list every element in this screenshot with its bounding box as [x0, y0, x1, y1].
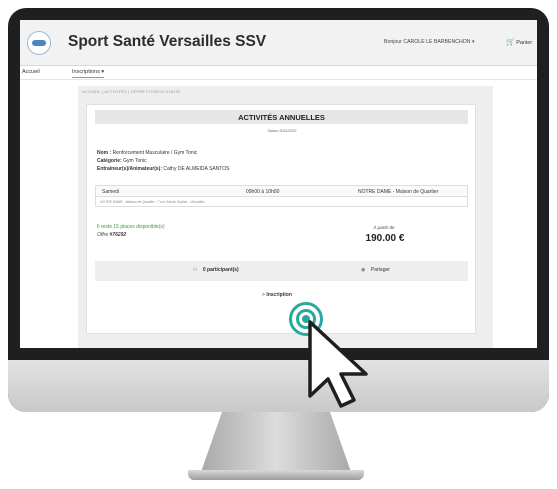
activity-card: ACTIVITÉS ANNUELLES Saison 2021/2022 Nom… — [86, 104, 476, 334]
chevron-right-icon: > — [262, 292, 265, 298]
card-title: ACTIVITÉS ANNUELLES — [238, 113, 325, 122]
offer-reference: Offre #76292 — [97, 232, 126, 238]
action-bar: ⚇ 0 participant(s) ◉ Partager — [95, 261, 468, 281]
categorie-label: Catégorie: — [97, 158, 122, 164]
user-greeting: Bonjour CAROLE LE BARBENCHON — [384, 39, 471, 45]
mouse-pointer-icon — [308, 320, 368, 408]
breadcrumb[interactable]: ACCUEIL | ACTIVITÉS | OFFRE FITNESS #762… — [82, 89, 181, 94]
chevron-down-icon: ▾ — [471, 39, 475, 45]
site-title[interactable]: Sport Santé Versailles SSV — [68, 33, 266, 51]
nav-inscriptions-label: Inscriptions — [72, 69, 100, 75]
nom-value: Renforcement Musculaire / Gym Tonic — [112, 150, 198, 156]
schedule-location: NOTRE DAME - Maison de Quartier — [358, 189, 439, 195]
participants-count: 0 participant(s) — [202, 267, 239, 273]
chevron-down-icon: ▾ — [101, 69, 105, 75]
inscription-button[interactable]: > Inscription — [262, 292, 292, 298]
users-icon: ⚇ — [193, 267, 198, 273]
inscription-label: Inscription — [266, 292, 292, 298]
site-logo[interactable] — [27, 31, 51, 55]
participants-button[interactable]: ⚇ 0 participant(s) — [193, 267, 239, 273]
entraineur-value: Cathy DE ALMEIDA SANTOS — [163, 166, 230, 172]
cart-label: Panier — [516, 40, 533, 46]
cart-button[interactable]: 🛒 Panier — [506, 38, 532, 46]
price-from-label: À partir de — [373, 225, 395, 230]
cart-icon: 🛒 — [506, 39, 515, 46]
activity-category: Catégorie: Gym Tonic — [97, 158, 147, 164]
schedule-time: 09h00 à 10h00 — [246, 189, 280, 195]
share-label: Partager — [370, 267, 390, 273]
schedule-day: Samedi — [102, 189, 119, 195]
site-header: Sport Santé Versailles SSV Bonjour CAROL… — [20, 20, 537, 66]
entraineur-label: Entraineur(s)/Animateur(s): — [97, 166, 163, 172]
activity-name: Nom : Renforcement Musculaire / Gym Toni… — [97, 150, 197, 156]
monitor-frame: Sport Santé Versailles SSV Bonjour CAROL… — [8, 8, 549, 412]
address-text: NOTRE DAME - Maison de Quartier - 7 rue … — [100, 200, 205, 204]
share-button[interactable]: ◉ Partager — [361, 267, 390, 273]
season-label: Saison 2021/2022 — [267, 129, 297, 133]
monitor-chin — [8, 360, 549, 412]
schedule-row: Samedi 09h00 à 10h00 NOTRE DAME - Maison… — [95, 185, 468, 197]
eye-icon: ◉ — [361, 267, 366, 273]
places-available: Il reste 15 places disponible(s) — [97, 224, 165, 230]
nav-inscriptions[interactable]: Inscriptions ▾ — [72, 69, 105, 78]
main-nav: Accueil Inscriptions ▾ — [20, 66, 537, 80]
address-row: NOTRE DAME - Maison de Quartier - 7 rue … — [95, 197, 468, 207]
card-title-bar: ACTIVITÉS ANNUELLES — [95, 110, 468, 124]
user-menu[interactable]: Bonjour CAROLE LE BARBENCHON ▾ — [384, 39, 475, 45]
price: 190.00 € — [365, 233, 405, 244]
monitor-stand — [201, 412, 351, 472]
activity-trainer: Entraineur(s)/Animateur(s): Cathy DE ALM… — [97, 166, 229, 172]
categorie-value: Gym Tonic — [123, 158, 147, 164]
offer-label: Offre — [97, 232, 109, 238]
nav-accueil[interactable]: Accueil — [22, 69, 40, 75]
nom-label: Nom : — [97, 150, 112, 156]
monitor-base — [188, 470, 364, 480]
screen: Sport Santé Versailles SSV Bonjour CAROL… — [20, 20, 537, 348]
offer-code: #76292 — [109, 232, 127, 238]
